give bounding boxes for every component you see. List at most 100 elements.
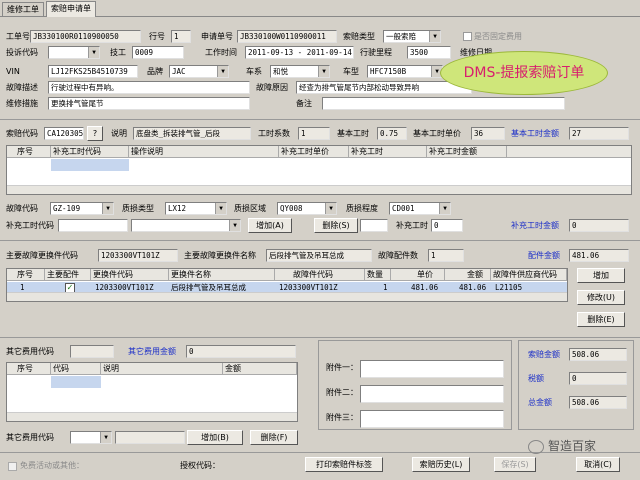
attachment-1-field[interactable] xyxy=(360,360,504,378)
delete-labor-button[interactable]: 删除(S) xyxy=(314,218,358,233)
divider xyxy=(0,452,640,453)
brand-label: 品牌 xyxy=(147,67,163,76)
damage-level-label: 质损程度 xyxy=(346,204,378,213)
labor-grid-scrollbar[interactable] xyxy=(7,185,631,194)
remark-field[interactable] xyxy=(322,97,565,110)
modify-part-button[interactable]: 修改(U) xyxy=(577,290,625,305)
app-no-field[interactable]: JB330100W0110900011 xyxy=(237,30,337,43)
grand-total-field[interactable]: 508.06 xyxy=(569,396,627,409)
damage-area-select[interactable]: QY008 xyxy=(277,202,337,215)
series-select[interactable]: 和悦 xyxy=(270,65,330,78)
base-amount-field[interactable]: 27 xyxy=(569,127,629,140)
extra-hours-label: 补充工时 xyxy=(396,221,428,230)
attachment-3-label: 附件三： xyxy=(326,413,358,422)
tab-claim-application[interactable]: 索赔申请单 xyxy=(46,1,96,17)
extra-amount-label: 补充工时金额 xyxy=(511,221,559,230)
overlay-title: DMS-提报索赔订单 xyxy=(440,51,608,95)
free-activity-checkbox[interactable] xyxy=(8,462,17,471)
attachment-2-field[interactable] xyxy=(360,385,504,403)
labor-grid: 序号 补充工时代码 操作说明 补充工时单价 补充工时 补充工时金额 xyxy=(6,145,632,195)
claim-total-field[interactable]: 508.06 xyxy=(569,348,627,361)
other-amount-field[interactable]: 0 xyxy=(186,345,296,358)
damage-level-select[interactable]: CD001 xyxy=(389,202,451,215)
fault-code-select[interactable]: GZ-109 xyxy=(50,202,114,215)
complaint-select[interactable] xyxy=(48,46,100,59)
tax-field[interactable]: 0 xyxy=(569,372,627,385)
delete-fee-button[interactable]: 删除(F) xyxy=(250,430,298,445)
other-desc-field[interactable] xyxy=(115,431,185,444)
app-no-label: 申请单号 xyxy=(201,32,233,41)
claim-history-button[interactable]: 索赔历史(L) xyxy=(412,457,470,472)
fault-cause-label: 故障原因 xyxy=(256,83,288,92)
claim-type-select[interactable]: 一般索赔 xyxy=(383,30,441,43)
other-code-label: 其它费用代码 xyxy=(6,347,54,356)
work-order-label: 工单号 xyxy=(6,32,30,41)
other-fee-scrollbar[interactable] xyxy=(7,412,297,421)
base-price-field[interactable]: 36 xyxy=(471,127,505,140)
other-code-label-2: 其它费用代码 xyxy=(6,433,54,442)
fixed-fee-checkbox[interactable] xyxy=(463,32,472,41)
divider xyxy=(0,119,640,120)
measure-field[interactable]: 更换排气管尾节 xyxy=(48,97,250,110)
col-part-name: 更换件名称 xyxy=(169,269,275,281)
base-hours-label: 基本工时 xyxy=(337,129,369,138)
work-order-field[interactable]: JB330100R0110900050 xyxy=(30,30,141,43)
main-part-name-label: 主要故障更换件名称 xyxy=(184,251,256,260)
extra-code-field[interactable] xyxy=(58,219,128,232)
fault-code-label: 故障代码 xyxy=(6,204,38,213)
measure-label: 维修措施 xyxy=(6,99,38,108)
selected-cell[interactable] xyxy=(51,159,129,171)
part-amount-field[interactable]: 481.06 xyxy=(569,249,629,262)
parts-grid: 序号 主要配件 更换件代码 更换件名称 故障件代码 数量 单价 金额 故障件供应… xyxy=(6,268,568,302)
main-part-code-field[interactable]: 1203300VT101Z xyxy=(98,249,178,262)
claim-code-field[interactable]: CA120305 xyxy=(44,127,84,140)
main-part-name-field[interactable]: 后段排气管及吊耳总成 xyxy=(266,249,372,262)
grand-total-label: 总金额 xyxy=(528,398,552,407)
col-code: 代码 xyxy=(51,363,101,375)
extra-operation-select[interactable] xyxy=(131,219,241,232)
cancel-button[interactable]: 取消(C) xyxy=(576,457,620,472)
coef-field[interactable]: 1 xyxy=(298,127,330,140)
model-select[interactable]: HFC7150B xyxy=(367,65,443,78)
base-amount-label: 基本工时金额 xyxy=(511,129,559,138)
col-price: 单价 xyxy=(391,269,445,281)
damage-type-select[interactable]: LX12 xyxy=(165,202,227,215)
parts-grid-scrollbar[interactable] xyxy=(7,292,567,301)
free-activity-label: 免费活动或其他： xyxy=(20,461,84,470)
fault-cause-field[interactable]: 经查为排气管尾节内部松动导致异响 xyxy=(296,81,472,94)
coef-label: 工时系数 xyxy=(258,129,290,138)
tab-work-order[interactable]: 维修工单 xyxy=(2,2,44,16)
tech-field[interactable]: 0009 xyxy=(132,46,184,59)
tax-label: 税额 xyxy=(528,374,544,383)
claim-desc-field[interactable]: 底盘类_拆装排气管_后段 xyxy=(133,127,251,140)
add-part-button[interactable]: 增加 xyxy=(577,268,625,283)
extra-hours-field[interactable]: 0 xyxy=(431,219,463,232)
mileage-field[interactable]: 3500 xyxy=(407,46,451,59)
save-button[interactable]: 保存(S) xyxy=(494,457,536,472)
damage-area-label: 质损区域 xyxy=(234,204,266,213)
fault-desc-label: 故障描述 xyxy=(6,83,38,92)
brand-select[interactable]: JAC xyxy=(169,65,229,78)
other-code-select[interactable] xyxy=(70,431,112,444)
print-label-button[interactable]: 打印索赔件标签 xyxy=(305,457,383,472)
add-fee-button[interactable]: 增加(B) xyxy=(187,430,243,445)
vin-label: VIN xyxy=(6,67,20,76)
tech-label: 技工 xyxy=(110,48,126,57)
tab-bar: 维修工单 索赔申请单 xyxy=(0,0,640,17)
vin-field[interactable]: LJ12FKS25B4510739 xyxy=(48,65,138,78)
part-count-field[interactable]: 1 xyxy=(428,249,464,262)
attachment-2-label: 附件二： xyxy=(326,388,358,397)
fault-desc-field[interactable]: 行驶过程中有异响。 xyxy=(48,81,250,94)
attachment-3-field[interactable] xyxy=(360,410,504,428)
extra-amount-field[interactable]: 0 xyxy=(569,219,629,232)
add-labor-button[interactable]: 增加(A) xyxy=(248,218,292,233)
line-field[interactable]: 1 xyxy=(171,30,191,43)
other-code-field[interactable] xyxy=(70,345,114,358)
selected-cell[interactable] xyxy=(51,376,101,388)
work-time-field[interactable]: 2011-09-13 - 2011-09-14 xyxy=(245,46,354,59)
base-hours-field[interactable]: 0.75 xyxy=(377,127,407,140)
extra-price-field[interactable] xyxy=(360,219,388,232)
col-amount: 金额 xyxy=(223,363,297,375)
delete-part-button[interactable]: 删除(E) xyxy=(577,312,625,327)
claim-code-lookup-button[interactable]: ? xyxy=(87,126,103,141)
